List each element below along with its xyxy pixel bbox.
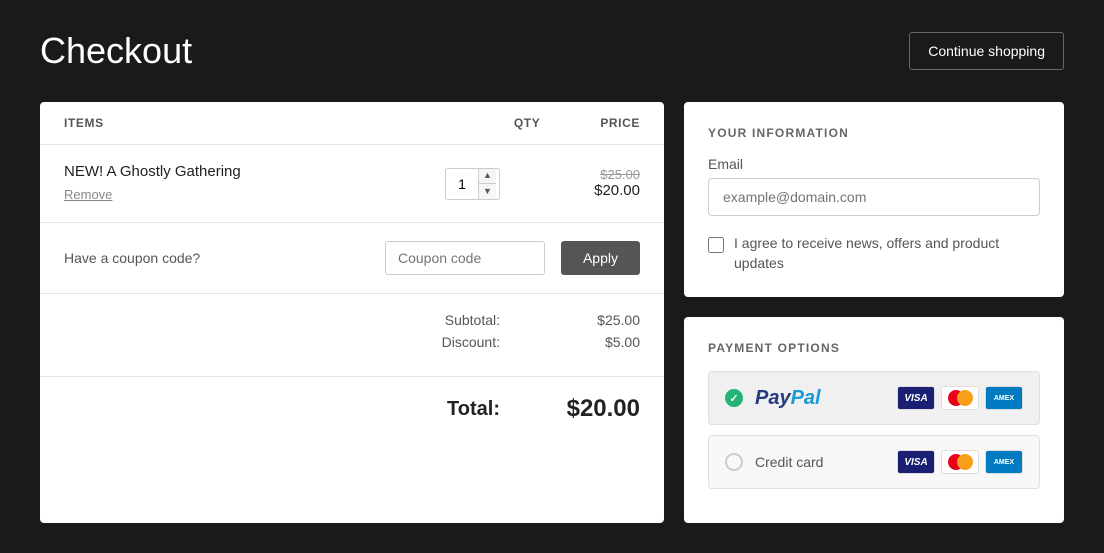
credit-card-option[interactable]: Credit card VISA AMEX xyxy=(708,435,1040,489)
main-content: ITEMS QTY PRICE NEW! A Ghostly Gathering… xyxy=(40,102,1064,523)
coupon-label: Have a coupon code? xyxy=(64,250,369,266)
payment-options-panel: PAYMENT OPTIONS PayPal VISA AMEX xyxy=(684,317,1064,523)
discount-row: Discount: $5.00 xyxy=(64,334,640,350)
credit-card-radio[interactable] xyxy=(725,453,743,471)
cart-panel: ITEMS QTY PRICE NEW! A Ghostly Gathering… xyxy=(40,102,664,523)
newsletter-checkbox[interactable] xyxy=(708,237,724,253)
your-information-panel: YOUR INFORMATION Email I agree to receiv… xyxy=(684,102,1064,297)
item-price: $25.00 $20.00 xyxy=(560,167,640,200)
cart-table-header: ITEMS QTY PRICE xyxy=(40,102,664,145)
paypal-logo: PayPal xyxy=(755,387,821,410)
items-column-header: ITEMS xyxy=(64,116,454,130)
paypal-option[interactable]: PayPal VISA AMEX xyxy=(708,371,1040,425)
page-header: Checkout Continue shopping xyxy=(40,30,1064,72)
newsletter-checkbox-row: I agree to receive news, offers and prod… xyxy=(708,234,1040,273)
credit-card-label: Credit card xyxy=(755,454,823,470)
total-row: Total: $20.00 xyxy=(40,376,664,441)
discount-label: Discount: xyxy=(442,334,500,350)
qty-column-header: QTY xyxy=(514,116,540,130)
paypal-text: PayPal xyxy=(755,387,821,410)
apply-coupon-button[interactable]: Apply xyxy=(561,241,640,275)
credit-card-icons: VISA AMEX xyxy=(897,450,1023,474)
paypal-radio[interactable] xyxy=(725,389,743,407)
subtotal-amount: $25.00 xyxy=(560,312,640,328)
item-original-price: $25.00 xyxy=(560,167,640,182)
quantity-up-button[interactable]: ▲ xyxy=(479,169,496,185)
payment-options-title: PAYMENT OPTIONS xyxy=(708,341,1040,355)
coupon-row: Have a coupon code? Apply xyxy=(40,223,664,294)
page-title: Checkout xyxy=(40,30,192,72)
continue-shopping-button[interactable]: Continue shopping xyxy=(909,32,1064,70)
quantity-down-button[interactable]: ▼ xyxy=(479,184,496,199)
cart-item-row: NEW! A Ghostly Gathering Remove ▲ ▼ $25.… xyxy=(40,145,664,223)
quantity-arrows: ▲ ▼ xyxy=(478,169,496,199)
your-information-title: YOUR INFORMATION xyxy=(708,126,1040,140)
subtotal-label: Subtotal: xyxy=(445,312,500,328)
quantity-control[interactable]: ▲ ▼ xyxy=(445,168,500,200)
amex-icon: AMEX xyxy=(985,386,1023,410)
total-amount: $20.00 xyxy=(560,395,640,423)
quantity-input[interactable] xyxy=(446,176,478,192)
credit-visa-icon: VISA xyxy=(897,450,935,474)
paypal-card-icons: VISA AMEX xyxy=(897,386,1023,410)
price-column-header: PRICE xyxy=(600,116,640,130)
email-label: Email xyxy=(708,156,1040,172)
email-input[interactable] xyxy=(708,178,1040,216)
item-discounted-price: $20.00 xyxy=(594,182,640,199)
credit-mastercard-icon xyxy=(941,450,979,474)
visa-icon: VISA xyxy=(897,386,935,410)
subtotal-row: Subtotal: $25.00 xyxy=(64,312,640,328)
discount-amount: $5.00 xyxy=(560,334,640,350)
coupon-input[interactable] xyxy=(385,241,545,275)
item-name: NEW! A Ghostly Gathering xyxy=(64,163,385,180)
subtotals-section: Subtotal: $25.00 Discount: $5.00 xyxy=(40,294,664,366)
credit-amex-icon: AMEX xyxy=(985,450,1023,474)
remove-item-button[interactable]: Remove xyxy=(64,187,112,202)
mastercard-icon xyxy=(941,386,979,410)
total-label: Total: xyxy=(447,398,500,421)
newsletter-label: I agree to receive news, offers and prod… xyxy=(734,234,1040,273)
item-info: NEW! A Ghostly Gathering Remove xyxy=(64,163,385,204)
